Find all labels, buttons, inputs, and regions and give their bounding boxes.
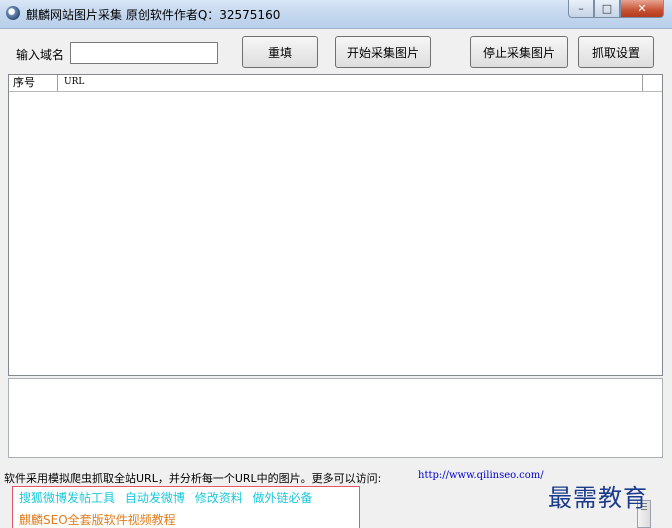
- start-collect-button[interactable]: 开始采集图片: [335, 36, 431, 68]
- domain-label: 输入域名: [16, 48, 65, 62]
- website-link[interactable]: http://www.qilinseo.com/: [418, 470, 544, 481]
- promo-link-auto-weibo[interactable]: 自动发微博: [125, 491, 185, 505]
- promo-panel: 搜狐微博发帖工具 自动发微博 修改资料 做外链必备 麒麟SEO全套版软件视频教程: [12, 486, 360, 528]
- title-bar: 麒麟网站图片采集 原创软件作者Q：32575160 – □ ✕: [0, 0, 672, 29]
- maximize-button[interactable]: □: [594, 0, 620, 18]
- domain-input[interactable]: [70, 42, 218, 64]
- minimize-button[interactable]: –: [568, 0, 594, 18]
- column-header-url[interactable]: URL: [58, 75, 643, 91]
- promo-link-edit-profile[interactable]: 修改资料: [195, 491, 243, 505]
- window-title: 麒麟网站图片采集 原创软件作者Q：32575160: [26, 8, 281, 22]
- settings-button[interactable]: 抓取设置: [578, 36, 654, 68]
- reset-button[interactable]: 重填: [242, 36, 318, 68]
- app-icon: [6, 6, 20, 20]
- log-box[interactable]: [8, 378, 663, 458]
- promo-link-backlinks[interactable]: 做外链必备: [253, 491, 313, 505]
- watermark: 最需教育: [548, 484, 648, 512]
- column-header-index[interactable]: 序号: [9, 75, 58, 91]
- stop-collect-button[interactable]: 停止采集图片: [470, 36, 568, 68]
- url-list[interactable]: 序号 URL: [8, 74, 663, 376]
- promo-link-weibo-tool[interactable]: 搜狐微博发帖工具: [19, 491, 115, 505]
- list-header: 序号 URL: [9, 75, 662, 92]
- close-button[interactable]: ✕: [620, 0, 664, 18]
- promo-links: 搜狐微博发帖工具 自动发微博 修改资料 做外链必备: [19, 489, 319, 506]
- info-text: 软件采用模拟爬虫抓取全站URL，并分析每一个URL中的图片。更多可以访问:: [4, 472, 382, 485]
- promo-tutorial-link[interactable]: 麒麟SEO全套版软件视频教程: [19, 511, 176, 528]
